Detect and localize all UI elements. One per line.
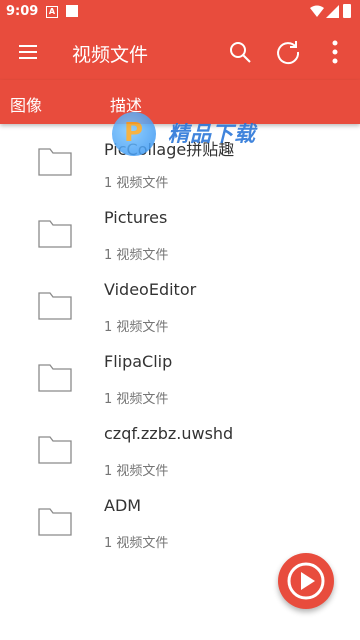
- list-item[interactable]: PicCollage拼贴趣 1 视频文件: [0, 124, 360, 196]
- folder-name: Pictures: [104, 208, 168, 227]
- folder-count: 1 视频文件: [104, 536, 169, 551]
- status-time: 9:09: [6, 4, 39, 19]
- play-button[interactable]: [278, 553, 334, 609]
- folder-count: 1 视频文件: [104, 320, 169, 335]
- folder-icon: [38, 508, 72, 536]
- folder-count: 1 视频文件: [104, 392, 169, 407]
- a-notification-icon: A: [46, 6, 58, 18]
- folder-icon: [38, 364, 72, 392]
- list-item[interactable]: ADM 1 视频文件: [0, 484, 360, 556]
- refresh-icon[interactable]: [274, 38, 302, 66]
- more-vert-icon[interactable]: [328, 38, 342, 66]
- play-icon: [287, 562, 325, 600]
- list-item[interactable]: FlipaClip 1 视频文件: [0, 340, 360, 412]
- folder-name: PicCollage拼贴趣: [104, 140, 235, 159]
- menu-icon[interactable]: [16, 40, 40, 64]
- list-item[interactable]: VideoEditor 1 视频文件: [0, 268, 360, 340]
- folder-list: PicCollage拼贴趣 1 视频文件 Pictures 1 视频文件 Vid…: [0, 124, 360, 556]
- tab-description[interactable]: 描述: [110, 92, 142, 116]
- list-item[interactable]: czqf.zzbz.uwshd 1 视频文件: [0, 412, 360, 484]
- folder-icon: [38, 292, 72, 320]
- folder-count: 1 视频文件: [104, 176, 169, 191]
- folder-name: FlipaClip: [104, 352, 173, 371]
- folder-name: czqf.zzbz.uwshd: [104, 424, 234, 443]
- folder-count: 1 视频文件: [104, 248, 169, 263]
- tab-images[interactable]: 图像: [10, 92, 42, 116]
- battery-icon: [343, 4, 351, 18]
- folder-icon: [38, 148, 72, 176]
- signal-icon: [326, 5, 339, 18]
- list-item[interactable]: Pictures 1 视频文件: [0, 196, 360, 268]
- folder-count: 1 视频文件: [104, 464, 169, 479]
- page-title: 视频文件: [72, 44, 149, 66]
- square-notification-icon: [66, 5, 78, 17]
- app-bar: 视频文件: [0, 24, 360, 80]
- search-icon[interactable]: [228, 40, 252, 64]
- wifi-icon: [310, 5, 324, 17]
- tab-bar: 图像 描述: [0, 80, 360, 124]
- folder-icon: [38, 436, 72, 464]
- folder-name: ADM: [104, 496, 142, 515]
- folder-name: VideoEditor: [104, 280, 197, 299]
- status-bar: 9:09 A: [0, 0, 360, 24]
- folder-icon: [38, 220, 72, 248]
